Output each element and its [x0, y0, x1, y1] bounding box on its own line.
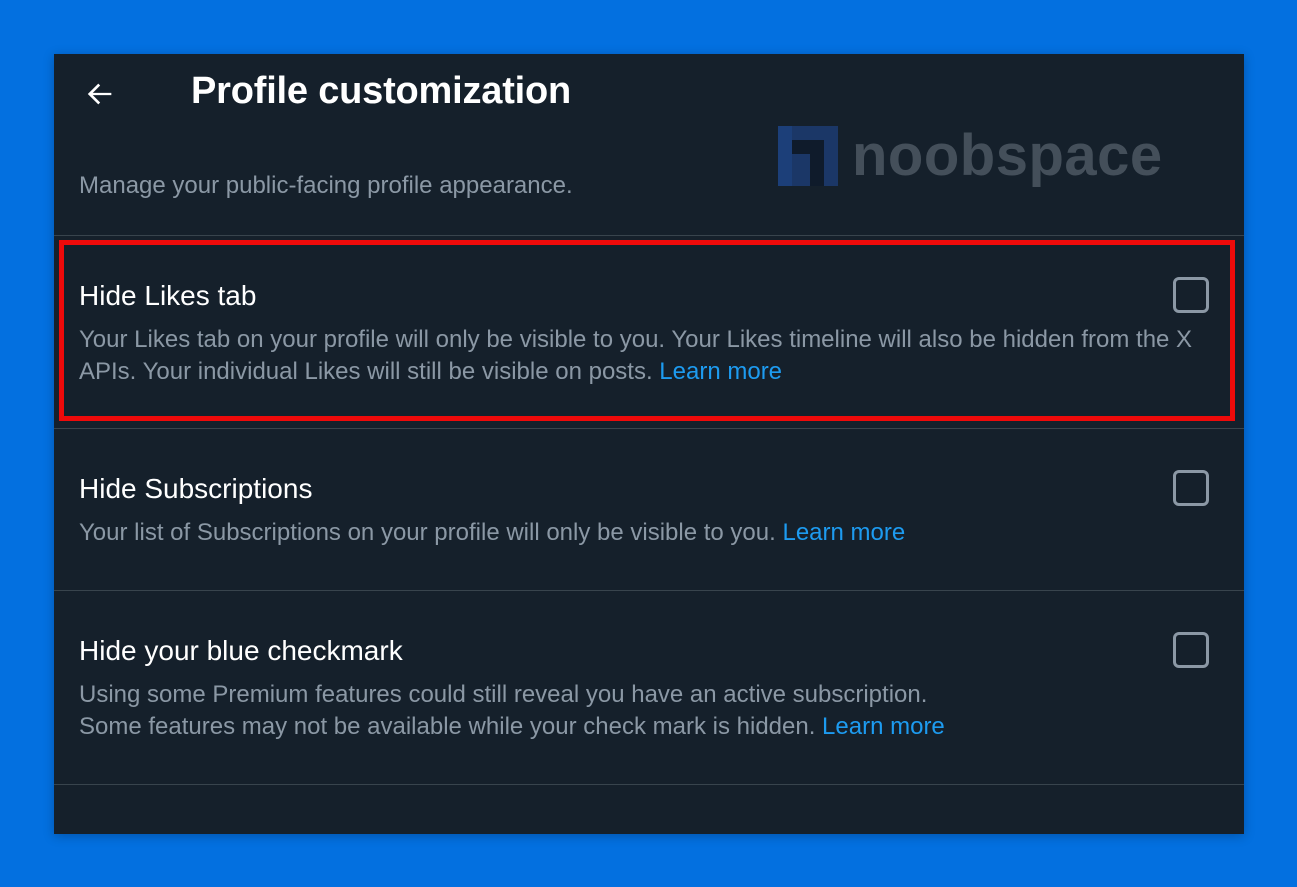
setting-hide-likes[interactable]: Hide Likes tab Your Likes tab on your pr… [54, 236, 1244, 428]
page-title: Profile customization [191, 70, 572, 112]
noobspace-logo-icon [778, 126, 838, 186]
watermark: noobspace [778, 126, 1163, 186]
setting-description: Using some Premium features could still … [79, 681, 945, 740]
setting-hide-subscriptions[interactable]: Hide Subscriptions Your list of Subscrip… [54, 429, 1244, 590]
hide-likes-checkbox[interactable] [1173, 277, 1209, 313]
settings-panel: Profile customization noobspace Manage y… [54, 54, 1244, 834]
back-button[interactable] [78, 72, 122, 116]
arrow-left-icon [87, 83, 112, 105]
divider [54, 784, 1244, 785]
watermark-text: noobspace [852, 123, 1163, 188]
setting-title: Hide your blue checkmark [79, 635, 403, 666]
setting-hide-checkmark[interactable]: Hide your blue checkmark Using some Prem… [54, 591, 1244, 784]
setting-description: Your Likes tab on your profile will only… [79, 326, 1193, 385]
page-subtitle: Manage your public-facing profile appear… [79, 172, 573, 199]
setting-description: Your list of Subscriptions on your profi… [79, 519, 906, 546]
setting-title: Hide Likes tab [79, 280, 257, 311]
hide-checkmark-checkbox[interactable] [1173, 632, 1209, 668]
setting-title: Hide Subscriptions [79, 473, 313, 504]
learn-more-link[interactable]: Learn more [782, 519, 905, 546]
learn-more-link[interactable]: Learn more [822, 713, 945, 740]
hide-subscriptions-checkbox[interactable] [1173, 470, 1209, 506]
learn-more-link[interactable]: Learn more [659, 358, 782, 385]
